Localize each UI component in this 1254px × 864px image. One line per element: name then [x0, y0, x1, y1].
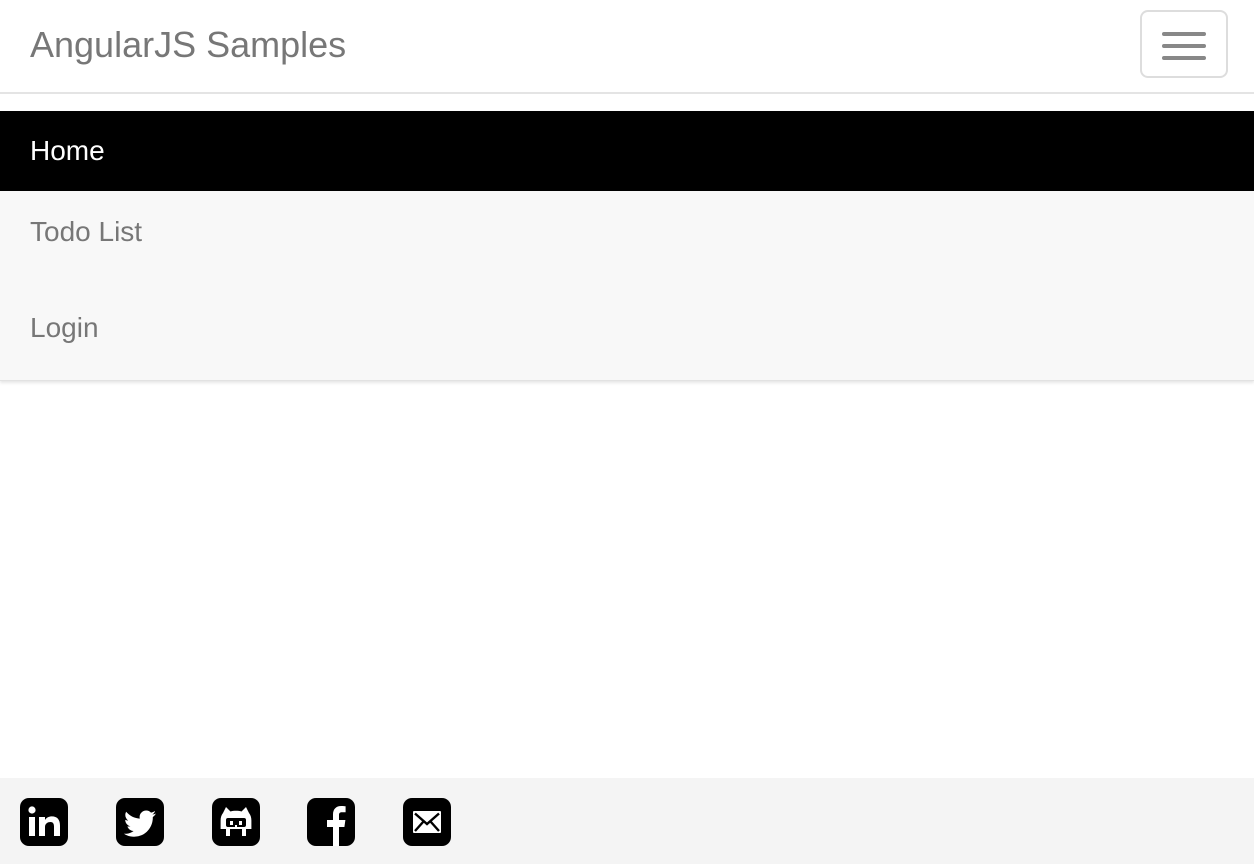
footer — [0, 778, 1254, 864]
nav-item-label: Home — [30, 135, 105, 166]
brand-link[interactable]: AngularJS Samples — [30, 24, 346, 66]
nav-item-login[interactable]: Login — [0, 281, 1254, 375]
linkedin-icon[interactable] — [20, 798, 68, 846]
twitter-icon[interactable] — [116, 798, 164, 846]
menu-toggle-button[interactable] — [1140, 10, 1228, 78]
github-icon[interactable] — [212, 798, 260, 846]
nav-item-todo-list[interactable]: Todo List — [0, 191, 1254, 273]
nav-item-label: Todo List — [30, 216, 143, 247]
nav-menu: Home Todo List Login — [0, 111, 1254, 381]
navbar: AngularJS Samples — [0, 0, 1254, 94]
nav-item-home[interactable]: Home — [0, 111, 1254, 191]
nav-item-label: Login — [30, 312, 99, 343]
facebook-icon[interactable] — [307, 798, 355, 846]
email-icon[interactable] — [403, 798, 451, 846]
page: AngularJS Samples Home Todo List Login — [0, 0, 1254, 864]
